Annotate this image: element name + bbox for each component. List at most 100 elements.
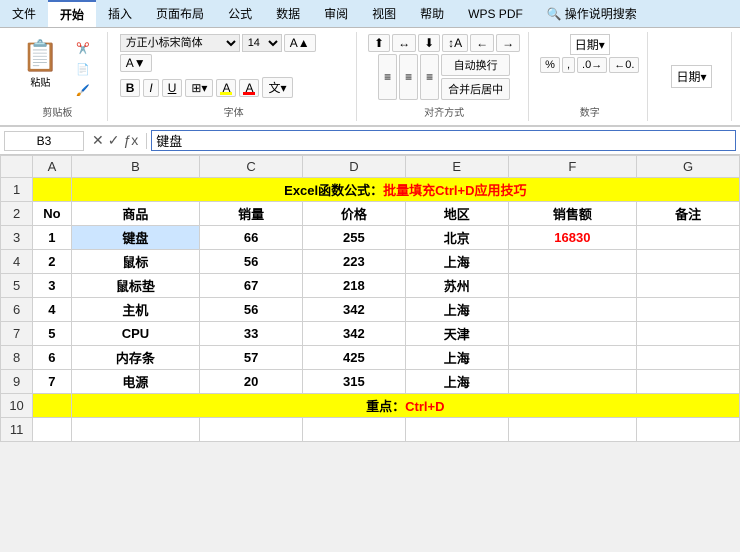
cell-g5[interactable] [637,274,740,298]
paste-button[interactable]: 📋 粘贴 [16,35,65,93]
cell-d2[interactable]: 价格 [303,202,406,226]
formula-input[interactable] [151,130,736,151]
cell-b11[interactable] [71,418,200,442]
cell-b1-title[interactable]: Excel函数公式：批量填充Ctrl+D应用技巧 [71,178,739,202]
cell-f3[interactable]: 16830 [508,226,637,250]
tab-wps-pdf[interactable]: WPS PDF [456,0,535,27]
tab-formula[interactable]: 公式 [216,0,264,27]
col-header-c[interactable]: C [200,156,303,178]
indent-inc-button[interactable]: → [496,34,520,52]
cell-d4[interactable]: 223 [303,250,406,274]
name-box[interactable] [4,131,84,151]
cell-c9[interactable]: 20 [200,370,303,394]
date-dropdown[interactable]: 日期 ▾ [671,65,711,88]
cancel-formula-icon[interactable]: ✕ [92,132,104,149]
cell-e6[interactable]: 上海 [405,298,508,322]
cell-e8[interactable]: 上海 [405,346,508,370]
cell-g11[interactable] [637,418,740,442]
cell-e11[interactable] [405,418,508,442]
cell-g6[interactable] [637,298,740,322]
cell-a2[interactable]: No [33,202,72,226]
row-header-4[interactable]: 4 [1,250,33,274]
cell-d9[interactable]: 315 [303,370,406,394]
phonetic-button[interactable]: 文▾ [262,77,292,98]
col-header-a[interactable]: A [33,156,72,178]
indent-dec-button[interactable]: ← [470,34,494,52]
cell-a11[interactable] [33,418,72,442]
tab-insert[interactable]: 插入 [96,0,144,27]
merge-center-button[interactable]: 合并后居中 [441,78,510,100]
cell-f2[interactable]: 销售额 [508,202,637,226]
confirm-formula-icon[interactable]: ✓ [108,132,120,149]
tab-search[interactable]: 🔍 操作说明搜索 [535,0,649,27]
cell-d7[interactable]: 342 [303,322,406,346]
cell-c3[interactable]: 66 [200,226,303,250]
auto-wrap-button[interactable]: 自动换行 [441,54,510,76]
cell-d11[interactable] [303,418,406,442]
cell-b10-bottom[interactable]: 重点：Ctrl+D [71,394,739,418]
tab-data[interactable]: 数据 [264,0,312,27]
cell-a8[interactable]: 6 [33,346,72,370]
cell-g9[interactable] [637,370,740,394]
number-format-dropdown[interactable]: 日期 ▾ [570,34,610,55]
font-color-button[interactable]: A [239,79,259,97]
increase-decimal-button[interactable]: .0→ [577,57,607,73]
tab-file[interactable]: 文件 [0,0,48,27]
cell-b3[interactable]: 键盘 [71,226,200,250]
cell-g3[interactable] [637,226,740,250]
font-size-select[interactable]: 14 [242,34,282,52]
cell-a5[interactable]: 3 [33,274,72,298]
cell-b6[interactable]: 主机 [71,298,200,322]
cell-g7[interactable] [637,322,740,346]
row-header-10[interactable]: 10 [1,394,33,418]
thousand-sep-button[interactable]: , [562,57,575,73]
cell-b5[interactable]: 鼠标垫 [71,274,200,298]
align-middle-button[interactable]: ↔ [392,34,416,52]
row-header-6[interactable]: 6 [1,298,33,322]
row-header-8[interactable]: 8 [1,346,33,370]
cut-button[interactable]: ✂️ [67,39,99,58]
col-header-b[interactable]: B [71,156,200,178]
align-left-button[interactable]: ≡ [378,54,397,100]
cell-e3[interactable]: 北京 [405,226,508,250]
increase-font-button[interactable]: A▲ [284,34,316,52]
cell-f4[interactable] [508,250,637,274]
cell-f6[interactable] [508,298,637,322]
col-header-g[interactable]: G [637,156,740,178]
row-header-7[interactable]: 7 [1,322,33,346]
cell-c8[interactable]: 57 [200,346,303,370]
col-header-f[interactable]: F [508,156,637,178]
font-face-select[interactable]: 方正小标宋简体 [120,34,240,52]
cell-a10[interactable] [33,394,72,418]
cell-c5[interactable]: 67 [200,274,303,298]
cell-b7[interactable]: CPU [71,322,200,346]
cell-e7[interactable]: 天津 [405,322,508,346]
cell-b8[interactable]: 内存条 [71,346,200,370]
cell-f11[interactable] [508,418,637,442]
row-header-2[interactable]: 2 [1,202,33,226]
cell-b2[interactable]: 商品 [71,202,200,226]
cell-f5[interactable] [508,274,637,298]
underline-button[interactable]: U [162,79,183,97]
italic-button[interactable]: I [143,79,158,97]
cell-b9[interactable]: 电源 [71,370,200,394]
decrease-decimal-button[interactable]: ←0. [609,57,639,73]
format-painter-button[interactable]: 🖌️ [67,81,99,100]
text-direction-button[interactable]: ↕A [442,34,468,52]
cell-d5[interactable]: 218 [303,274,406,298]
align-top-button[interactable]: ⬆ [368,34,390,52]
cell-e9[interactable]: 上海 [405,370,508,394]
cell-c11[interactable] [200,418,303,442]
cell-f8[interactable] [508,346,637,370]
tab-help[interactable]: 帮助 [408,0,456,27]
cell-g8[interactable] [637,346,740,370]
cell-a3[interactable]: 1 [33,226,72,250]
percent-button[interactable]: % [540,57,560,73]
cell-a7[interactable]: 5 [33,322,72,346]
cell-c7[interactable]: 33 [200,322,303,346]
decrease-font-button[interactable]: A▼ [120,54,152,72]
cell-g4[interactable] [637,250,740,274]
copy-button[interactable]: 📄 [67,60,99,79]
cell-f9[interactable] [508,370,637,394]
fill-color-button[interactable]: A [216,79,236,97]
